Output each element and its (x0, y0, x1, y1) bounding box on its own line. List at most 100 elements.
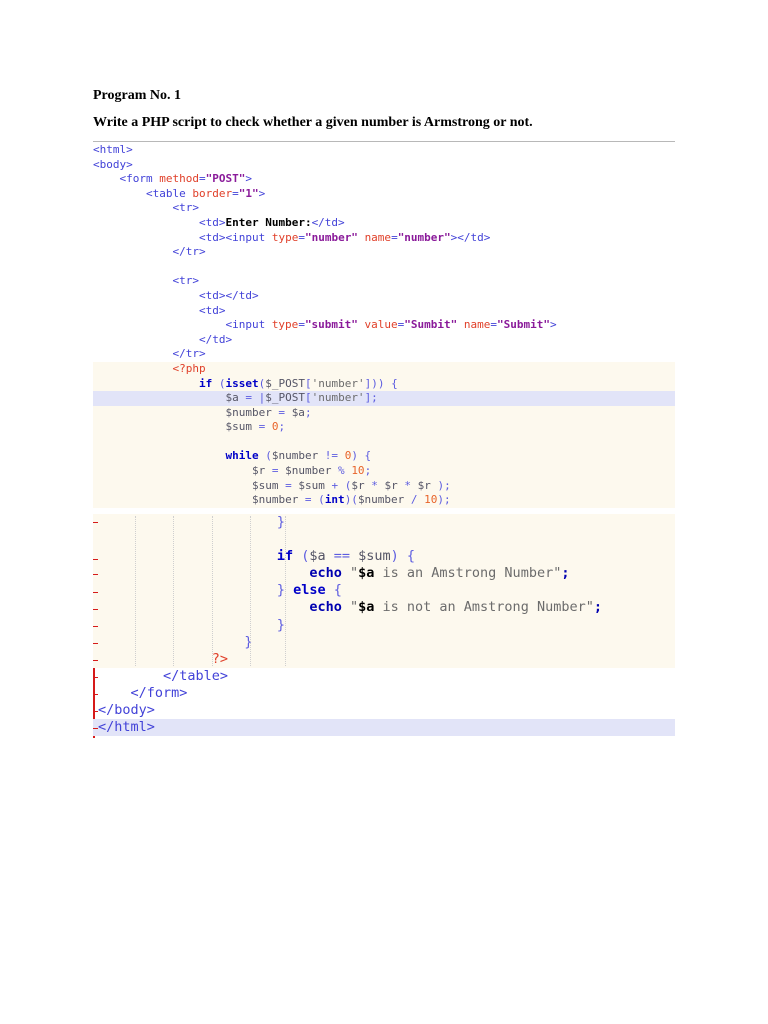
code-token: $a (225, 391, 239, 405)
code-token: $number (225, 405, 272, 419)
code-token: ; (304, 405, 312, 419)
program-question: Write a PHP script to check whether a gi… (93, 115, 533, 130)
code-token: ); (437, 493, 451, 507)
code-token: = | (238, 391, 266, 405)
code-token: $number (251, 493, 299, 507)
indent-guide (285, 516, 286, 666)
code-line: <form method="POST"> (93, 172, 675, 187)
code-token: { (325, 582, 342, 599)
code-token: $a (358, 599, 375, 616)
code-token: / (404, 493, 425, 507)
code-token: > (258, 186, 266, 200)
code-token: $number (285, 464, 332, 478)
code-token: if (198, 376, 213, 390)
code-token: = (199, 172, 206, 186)
code-token: ; (364, 464, 372, 478)
code-line (93, 531, 675, 549)
code-token: Enter Number: (225, 215, 312, 229)
code-token: ( (293, 548, 310, 565)
code-line: <td></td> (93, 289, 675, 304)
code-token: <body> (93, 157, 133, 171)
code-token: $r (384, 478, 398, 492)
code-token: = (278, 478, 299, 492)
code-token: [ (304, 376, 312, 390)
code-token: > (550, 318, 557, 332)
code-token: int (324, 493, 345, 507)
code-token: $r (417, 478, 431, 492)
code-line: </tr> (93, 245, 675, 260)
code-line: echo "$a is an Amstrong Number"; (93, 565, 675, 583)
code-token: name (463, 318, 491, 332)
code-line: </table> (93, 668, 675, 685)
code-token: 10 (424, 493, 438, 507)
code-line: </body> (93, 702, 675, 719)
code-token: } (276, 616, 285, 633)
code-token: > (245, 172, 252, 186)
code-token: $sum (251, 478, 279, 492)
code-token: ; (561, 565, 570, 582)
code-token: ( (212, 376, 226, 390)
code-token: ( (258, 449, 272, 463)
code-token: name (364, 230, 392, 244)
fold-marker (93, 559, 98, 560)
code-line: $number = (int)($number / 10); (93, 493, 675, 508)
code-token: == (325, 548, 359, 565)
code-line: </tr> (93, 347, 675, 362)
code-line: if (isset($_POST['number'])) { (93, 376, 675, 392)
divider (93, 141, 675, 142)
fold-marker (93, 522, 98, 523)
code-line: ?> (93, 650, 675, 668)
code-token: </table> (163, 667, 229, 684)
code-token: ]; (364, 391, 378, 405)
code-token: ); (430, 478, 451, 492)
code-token: $number (271, 449, 319, 463)
code-token: isset (225, 376, 259, 390)
code-line: </form> (93, 685, 675, 702)
code-token: != (318, 449, 345, 463)
code-token: <td><input (198, 230, 272, 244)
code-line: <td><input type="number" name="number"><… (93, 231, 675, 246)
code-token: <html> (93, 143, 133, 156)
code-token: border (192, 186, 233, 200)
code-screenshot-bottom: } if ($a == $sum) { echo "$a is an Amstr… (93, 514, 675, 737)
code-token: " (349, 565, 359, 582)
code-token: $sum (298, 478, 325, 492)
code-line: $r = $number % 10; (93, 464, 675, 479)
code-token: type (271, 318, 299, 332)
code-line: echo "$a is not an Amstrong Number"; (93, 599, 675, 617)
code-token: echo (309, 599, 342, 616)
code-token: = (251, 420, 272, 434)
code-line: <table border="1"> (93, 187, 675, 202)
code-line: while ($number != 0) { (93, 449, 675, 465)
code-token: ?> (211, 650, 229, 667)
code-line (93, 434, 675, 450)
code-token: is not an Amstrong Number" (374, 599, 594, 616)
code-token: 'number' (311, 391, 365, 405)
code-token: + ( (324, 478, 352, 492)
code-line: <tr> (93, 201, 675, 216)
fold-marker (93, 677, 98, 678)
fold-marker (93, 643, 98, 644)
code-token: 10 (351, 464, 365, 478)
code-token: 'number' (311, 376, 365, 390)
code-line: <input type="submit" value="Sumbit" name… (93, 318, 675, 333)
code-token: "Submit" (497, 318, 551, 332)
